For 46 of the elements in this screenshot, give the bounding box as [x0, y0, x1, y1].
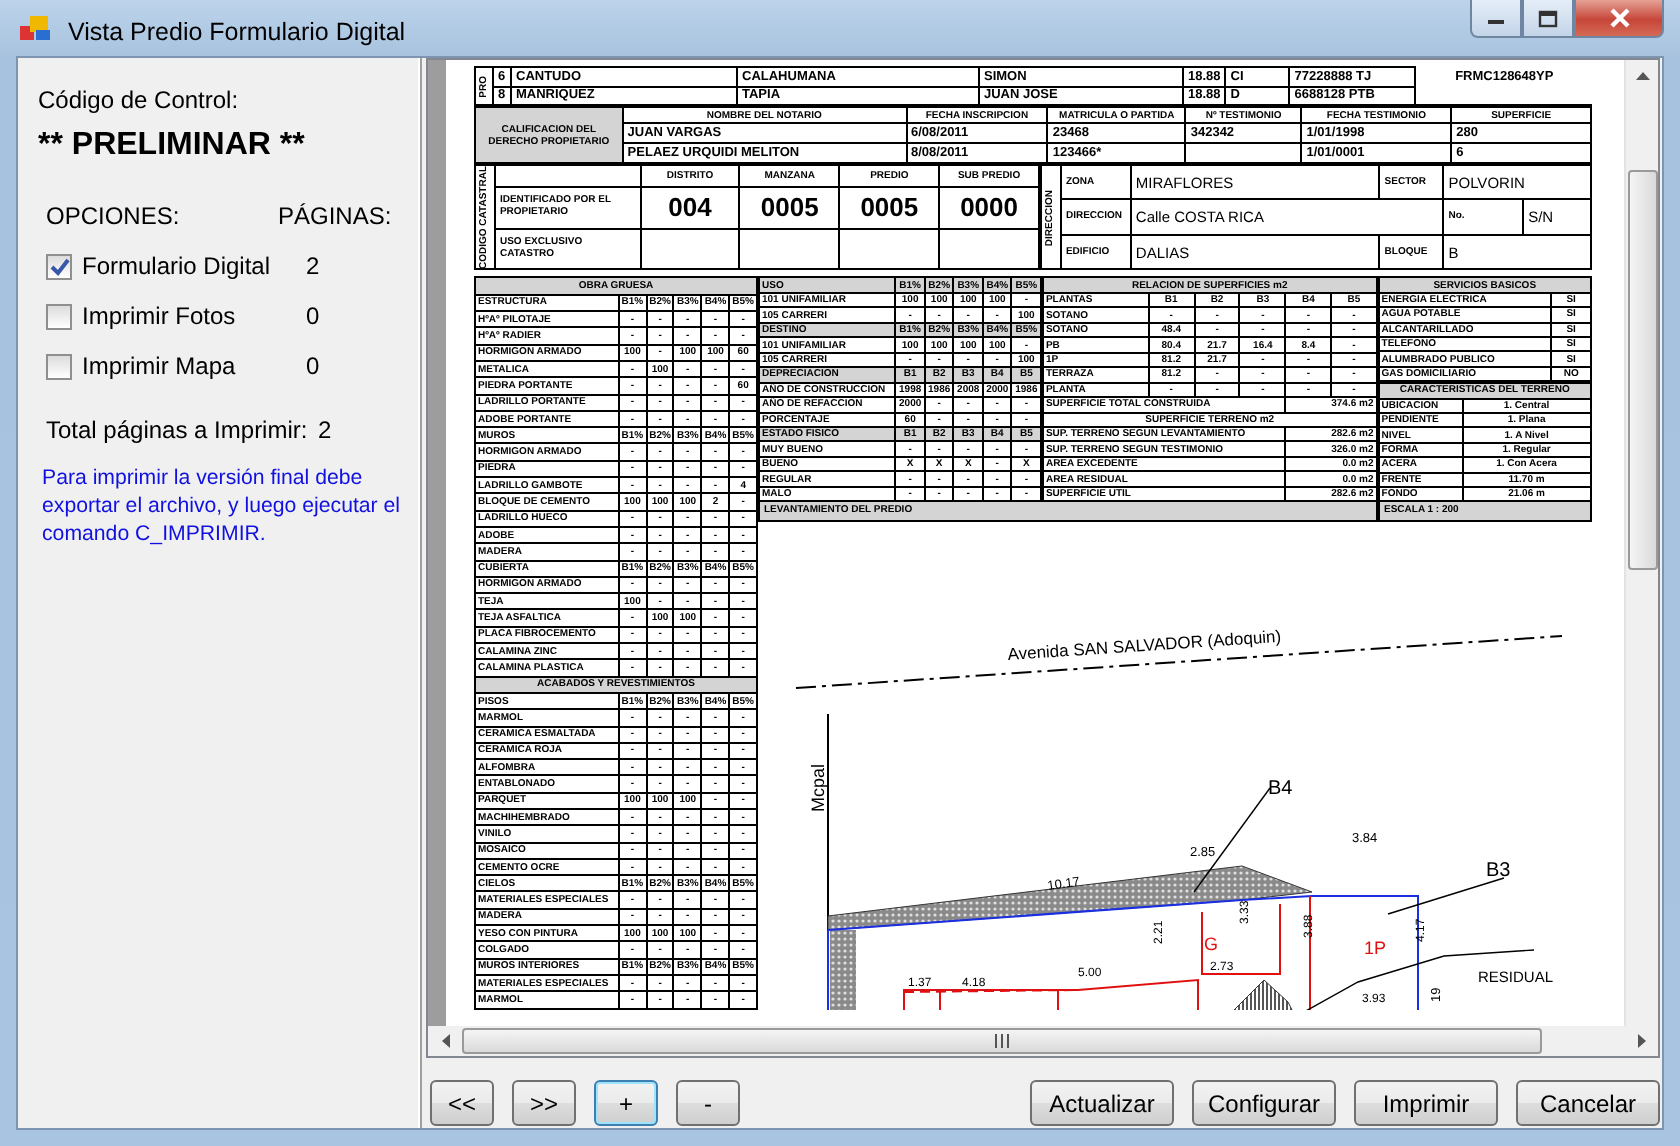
grip-icon: [994, 1034, 1010, 1048]
action-button[interactable]: Cancelar: [1516, 1080, 1660, 1126]
page-nav-button[interactable]: -: [676, 1080, 740, 1126]
control-code-label: Código de Control:: [38, 84, 241, 118]
code-value: 0000: [939, 187, 1039, 229]
option-label[interactable]: Imprimir Fotos: [82, 298, 236, 334]
vertical-scrollbar[interactable]: [1624, 60, 1658, 1026]
page-count: 0: [304, 350, 322, 384]
block-label: B3: [1486, 859, 1511, 882]
close-button[interactable]: [1574, 0, 1664, 38]
code-value: 0005: [839, 187, 940, 229]
close-icon: [1607, 8, 1631, 28]
room-label: 1P: [1364, 937, 1387, 958]
checkbox[interactable]: [46, 303, 72, 329]
street-name: Avenida SAN SALVADOR (Adoquin): [1006, 625, 1282, 664]
app-icon: [20, 14, 52, 42]
pages-heading: PÁGINAS:: [278, 200, 394, 234]
code-value: 004: [640, 187, 740, 229]
options-heading: OPCIONES:: [46, 200, 182, 234]
instruction-note: Para imprimir la versión final debe exportar el archivo, y luego ejecutar el comando C_IMPRIMIR.: [42, 464, 400, 548]
page-count: 0: [304, 300, 322, 334]
block-label: B4: [1268, 777, 1293, 800]
maximize-icon: [1538, 9, 1558, 27]
scroll-left-arrow-icon[interactable]: [441, 1034, 449, 1048]
option-label[interactable]: Imprimir Mapa: [82, 348, 236, 384]
control-code: ** PRELIMINAR **: [38, 126, 307, 166]
page-nav-button[interactable]: >>: [512, 1080, 576, 1126]
action-button[interactable]: Actualizar: [1030, 1080, 1174, 1126]
page-nav-button[interactable]: +: [594, 1080, 658, 1126]
page-nav-button[interactable]: <<: [430, 1080, 494, 1126]
wall-label: Mcpal: [808, 763, 828, 812]
scroll-up-arrow-icon[interactable]: [1636, 71, 1650, 79]
total-label: Total páginas a Imprimir:: [46, 414, 310, 448]
scroll-right-arrow-icon[interactable]: [1637, 1034, 1645, 1048]
total-count: 2: [318, 414, 334, 448]
room-label: G: [1204, 933, 1219, 954]
page-count: 2: [304, 250, 322, 284]
checkbox[interactable]: [46, 253, 72, 279]
code-value: 0005: [739, 187, 840, 229]
maximize-button[interactable]: [1522, 0, 1574, 38]
minimize-button[interactable]: [1470, 0, 1522, 38]
window-title: Vista Predio Formulario Digital: [68, 16, 406, 50]
action-button[interactable]: Configurar: [1192, 1080, 1336, 1126]
action-button[interactable]: Imprimir: [1354, 1080, 1498, 1126]
option-label[interactable]: Formulario Digital: [82, 248, 271, 284]
checkbox[interactable]: [46, 353, 72, 379]
